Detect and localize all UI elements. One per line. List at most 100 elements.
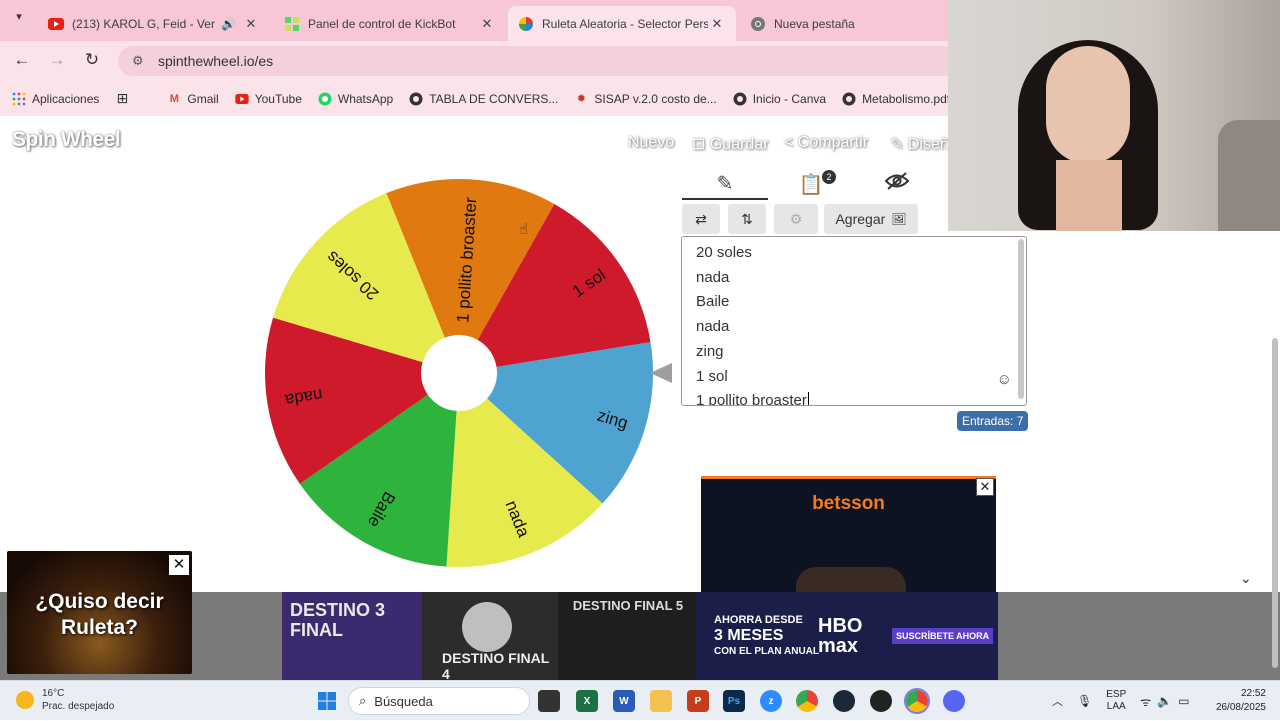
speaker-icon[interactable]: 🔊 xyxy=(221,17,236,31)
spinwheel-icon xyxy=(518,16,534,32)
close-tab-icon[interactable]: ✕ xyxy=(478,16,496,32)
taskbar-search[interactable]: ⌕ Búsqueda xyxy=(348,687,530,715)
hand-cursor-icon: ☝ xyxy=(519,221,529,238)
add-image-button[interactable]: Agregar 🖼 xyxy=(824,204,918,234)
spin-wheel[interactable]: 1 pollito broaster 1 solzingnadaBailenada… xyxy=(260,173,680,573)
wifi-icon[interactable]: ᯤ xyxy=(1140,693,1151,710)
tab-youtube[interactable]: (213) KAROL G, Feid - Veran 🔊 ✕ xyxy=(38,6,270,41)
volume-icon[interactable]: 🔈 xyxy=(1157,694,1172,708)
battery-icon[interactable]: ▭ xyxy=(1178,694,1189,708)
close-tab-icon[interactable]: ✕ xyxy=(242,16,260,32)
search-icon: ⌕ xyxy=(359,693,367,708)
page-scrollbar[interactable] xyxy=(1272,338,1278,668)
photoshop-icon[interactable]: Ps xyxy=(723,690,745,712)
apps-grid-icon xyxy=(12,92,26,106)
tab-hide[interactable] xyxy=(854,168,940,200)
tab-spinwheel-active[interactable]: Ruleta Aleatoria - Selector Persi ✕ xyxy=(508,6,736,41)
browser-toolbar: ← → ↻ ⚙ spinthewheel.io/es xyxy=(0,41,958,81)
word-icon[interactable]: W xyxy=(613,690,635,712)
file-explorer-icon[interactable] xyxy=(650,690,672,712)
design-button[interactable]: ✎ Diseñ xyxy=(890,134,949,154)
tab-groups-icon: ⊞ xyxy=(116,90,129,106)
back-arrow-icon[interactable]: ← xyxy=(10,50,34,72)
bookmark-label: Gmail xyxy=(187,91,219,106)
tab-edit-entries[interactable]: ✎ xyxy=(682,168,768,200)
excel-icon[interactable]: X xyxy=(576,690,598,712)
bookmark-apps[interactable]: Aplicaciones xyxy=(12,92,99,106)
webcam-person-neck xyxy=(1056,160,1122,231)
betsson-logo: betsson xyxy=(812,493,885,514)
entries-scrollbar[interactable] xyxy=(1018,239,1024,399)
clock[interactable]: 22:52 26/08/2025 xyxy=(1208,687,1266,715)
share-icon: < xyxy=(784,134,798,151)
bookmark-sisap[interactable]: ✹ SISAP v.2.0 costo de... xyxy=(574,91,717,106)
bottom-banner-ad[interactable]: DESTINO 3 FINAL DESTINO FINAL 4 DESTINO … xyxy=(0,592,1280,680)
powerpoint-icon[interactable]: P xyxy=(687,690,709,712)
tab-new[interactable]: Nueva pestaña xyxy=(740,6,940,41)
share-button[interactable]: < Compartir xyxy=(784,134,868,152)
clock-time: 22:52 xyxy=(1240,688,1266,699)
site-settings-icon[interactable]: ⚙ xyxy=(132,53,148,69)
hbo-line2: 3 MESES xyxy=(714,627,784,644)
site-logo[interactable]: Spin Wheel xyxy=(12,128,121,152)
betsson-ad[interactable]: betsson xyxy=(701,476,996,596)
bookmark-label: SISAP v.2.0 costo de... xyxy=(594,91,717,106)
chevron-up-icon[interactable]: ︿ xyxy=(1052,693,1063,709)
close-ruleta-ad-icon[interactable]: ✕ xyxy=(169,555,189,575)
reload-icon[interactable]: ↻ xyxy=(80,50,104,72)
task-view-icon[interactable] xyxy=(538,690,560,712)
bookmark-label: Metabolismo.pdf xyxy=(862,91,948,106)
bookmark-tabla[interactable]: TABLA DE CONVERS... xyxy=(409,92,558,106)
hbo-max-ad[interactable]: AHORRA DESDE 3 MESES CON EL PLAN ANUAL H… xyxy=(696,592,998,680)
add-label: Agregar xyxy=(835,211,886,227)
wheel-center-hub[interactable] xyxy=(421,335,497,411)
hbo-subscribe-button[interactable]: SUSCRÍBETE AHORA xyxy=(892,628,994,644)
ruleta-suggestion-ad[interactable]: ¿Quiso decir Ruleta? xyxy=(7,551,192,674)
poster-destino-5[interactable]: DESTINO FINAL 5 xyxy=(558,592,696,680)
tab-results[interactable]: 📋 2 xyxy=(768,168,854,200)
url-text: spinthewheel.io/es xyxy=(158,53,274,69)
bookmark-whatsapp[interactable]: WhatsApp xyxy=(318,92,393,106)
gear-icon: ⚙ xyxy=(789,210,803,227)
bookmark-tab-groups[interactable]: ⊞ xyxy=(115,90,135,106)
bookmark-metabolismo[interactable]: Metabolismo.pdf xyxy=(842,92,948,106)
new-button[interactable]: Nuevo xyxy=(628,134,674,152)
obs-icon[interactable] xyxy=(870,690,892,712)
pencil-icon: ✎ xyxy=(890,136,908,153)
poster-destino-3[interactable]: DESTINO 3 FINAL xyxy=(282,592,422,680)
forward-arrow-icon[interactable]: → xyxy=(45,50,69,72)
shuffle-icon: ⇄ xyxy=(695,210,707,227)
tab-title: Nueva pestaña xyxy=(774,16,855,31)
save-icon: ⊡ xyxy=(692,136,710,153)
bookmark-canva[interactable]: Inicio - Canva xyxy=(733,92,826,106)
tab-search-chevron-icon[interactable]: ▾ xyxy=(8,10,30,30)
bookmark-youtube[interactable]: YouTube xyxy=(235,92,302,106)
pencil-icon: ✎ xyxy=(716,172,734,195)
close-tab-icon[interactable]: ✕ xyxy=(708,16,726,32)
language-indicator[interactable]: ESP LAA xyxy=(1106,689,1126,713)
settings-button[interactable]: ⚙ xyxy=(774,204,818,234)
save-button[interactable]: ⊡ Guardar xyxy=(692,134,769,154)
chrome-profile-icon[interactable] xyxy=(904,688,930,714)
poster-destino-4[interactable]: DESTINO FINAL 4 xyxy=(422,592,558,680)
close-ad-icon[interactable]: ✕ xyxy=(976,478,994,496)
steam-icon[interactable] xyxy=(833,690,855,712)
emoji-icon[interactable]: ☺ xyxy=(997,371,1012,388)
sort-button[interactable]: ⇅ xyxy=(728,204,766,234)
bookmark-label: TABLA DE CONVERS... xyxy=(429,91,559,106)
chrome-icon[interactable] xyxy=(796,690,818,712)
share-label: Compartir xyxy=(797,134,869,151)
windows-start-icon[interactable] xyxy=(316,690,338,712)
microphone-icon[interactable]: 🎙 xyxy=(1077,694,1092,708)
shuffle-button[interactable]: ⇄ xyxy=(682,204,720,234)
address-bar[interactable]: ⚙ spinthewheel.io/es xyxy=(118,46,958,76)
tab-kickbot[interactable]: Panel de control de KickBot ✕ xyxy=(274,6,506,41)
entries-textarea[interactable]: 20 soles nada Baile nada zing 1 sol 1 po… xyxy=(681,236,1027,406)
hbo-logo: HBO max xyxy=(818,615,863,657)
bookmark-gmail[interactable]: M Gmail xyxy=(167,91,219,106)
zoom-icon[interactable]: z xyxy=(760,690,782,712)
discord-icon[interactable] xyxy=(943,690,965,712)
clipboard-icon: 📋 xyxy=(798,173,824,196)
weather-widget[interactable]: 16°C Prac. despejado xyxy=(16,687,114,713)
chevron-down-icon[interactable]: ⌄ xyxy=(1240,570,1252,587)
